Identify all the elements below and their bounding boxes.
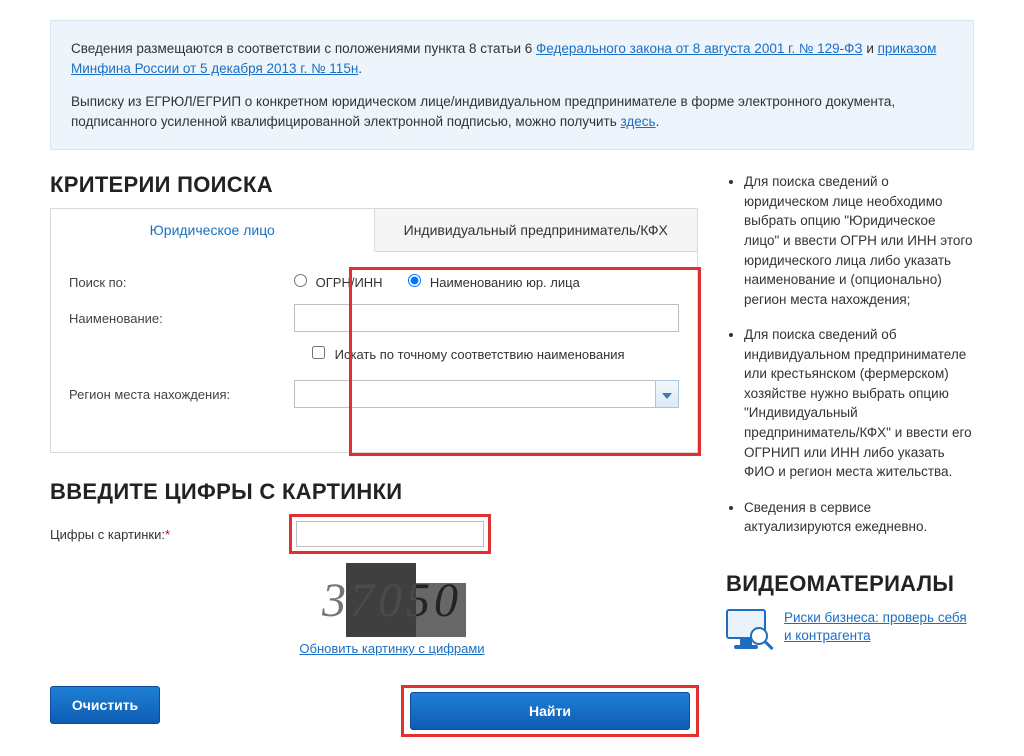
video-link-business-risks[interactable]: Риски бизнеса: проверь себя и контрагент…: [784, 609, 974, 655]
search-by-radio-group: ОГРН/ИНН Наименованию юр. лица: [294, 274, 679, 290]
captcha-heading: ВВЕДИТЕ ЦИФРЫ С КАРТИНКИ: [50, 479, 698, 505]
exact-match-row: Искать по точному соответствию наименова…: [69, 346, 679, 362]
sidebar-tips-list: Для поиска сведений о юридическом лице н…: [726, 172, 974, 537]
monitor-search-icon: [726, 609, 772, 655]
captcha-input-highlight: [290, 515, 490, 553]
captcha-image: 37050: [296, 563, 488, 637]
search-form-box: Юридическое лицо Индивидуальный предприн…: [50, 208, 698, 453]
list-item: Для поиска сведений о юридическом лице н…: [744, 172, 974, 309]
exact-match-label: Искать по точному соответствию наименова…: [335, 347, 625, 362]
captcha-digits: 37050: [296, 563, 488, 637]
search-by-label: Поиск по:: [69, 275, 294, 290]
notice-text: и: [866, 41, 877, 56]
notice-text: .: [358, 61, 362, 76]
radio-label: ОГРН/ИНН: [316, 275, 383, 290]
region-select[interactable]: [294, 380, 679, 408]
name-input[interactable]: [294, 304, 679, 332]
notice-box: Сведения размещаются в соответствии с по…: [50, 20, 974, 150]
captcha-input[interactable]: [296, 521, 484, 547]
captcha-label: Цифры с картинки:*: [50, 527, 290, 542]
refresh-captcha-link[interactable]: Обновить картинку с цифрами: [299, 641, 484, 656]
tab-individual-entrepreneur[interactable]: Индивидуальный предприниматель/КФХ: [375, 209, 698, 252]
notice-text: Сведения размещаются в соответствии с по…: [71, 41, 536, 56]
entity-type-tabs: Юридическое лицо Индивидуальный предприн…: [51, 209, 697, 252]
radio-option-by-name[interactable]: Наименованию юр. лица: [408, 275, 580, 290]
list-item: Для поиска сведений об индивидуальном пр…: [744, 325, 974, 482]
required-asterisk: *: [165, 527, 170, 542]
video-heading: ВИДЕОМАТЕРИАЛЫ: [726, 571, 974, 597]
captcha-label-text: Цифры с картинки:: [50, 527, 165, 542]
notice-paragraph-2: Выписку из ЕГРЮЛ/ЕГРИП о конкретном юрид…: [71, 92, 953, 131]
name-label: Наименование:: [69, 311, 294, 326]
notice-text: Выписку из ЕГРЮЛ/ЕГРИП о конкретном юрид…: [71, 94, 895, 129]
notice-text: .: [656, 114, 660, 129]
search-criteria-heading: КРИТЕРИИ ПОИСКА: [50, 172, 698, 198]
notice-paragraph-1: Сведения размещаются в соответствии с по…: [71, 39, 953, 78]
find-button-highlight: Найти: [402, 686, 698, 736]
exact-match-checkbox[interactable]: [312, 346, 325, 359]
find-button[interactable]: Найти: [410, 692, 690, 730]
chevron-down-icon: [662, 387, 672, 402]
exact-match-option[interactable]: Искать по точному соответствию наименова…: [312, 347, 625, 362]
law-link-129fz[interactable]: Федерального закона от 8 августа 2001 г.…: [536, 41, 863, 56]
radio-option-ogrn[interactable]: ОГРН/ИНН: [294, 275, 386, 290]
radio-by-name[interactable]: [408, 274, 421, 287]
radio-label: Наименованию юр. лица: [430, 275, 580, 290]
radio-ogrn-inn[interactable]: [294, 274, 307, 287]
clear-button[interactable]: Очистить: [50, 686, 160, 724]
list-item: Сведения в сервисе актуализируются ежедн…: [744, 498, 974, 537]
region-select-value[interactable]: [294, 380, 655, 408]
region-select-dropdown-button[interactable]: [655, 380, 679, 408]
get-extract-link[interactable]: здесь: [621, 114, 656, 129]
search-tab-content: Поиск по: ОГРН/ИНН Наименованию юр. лица: [51, 252, 697, 452]
tab-legal-entity[interactable]: Юридическое лицо: [51, 209, 375, 252]
region-label: Регион места нахождения:: [69, 387, 294, 402]
